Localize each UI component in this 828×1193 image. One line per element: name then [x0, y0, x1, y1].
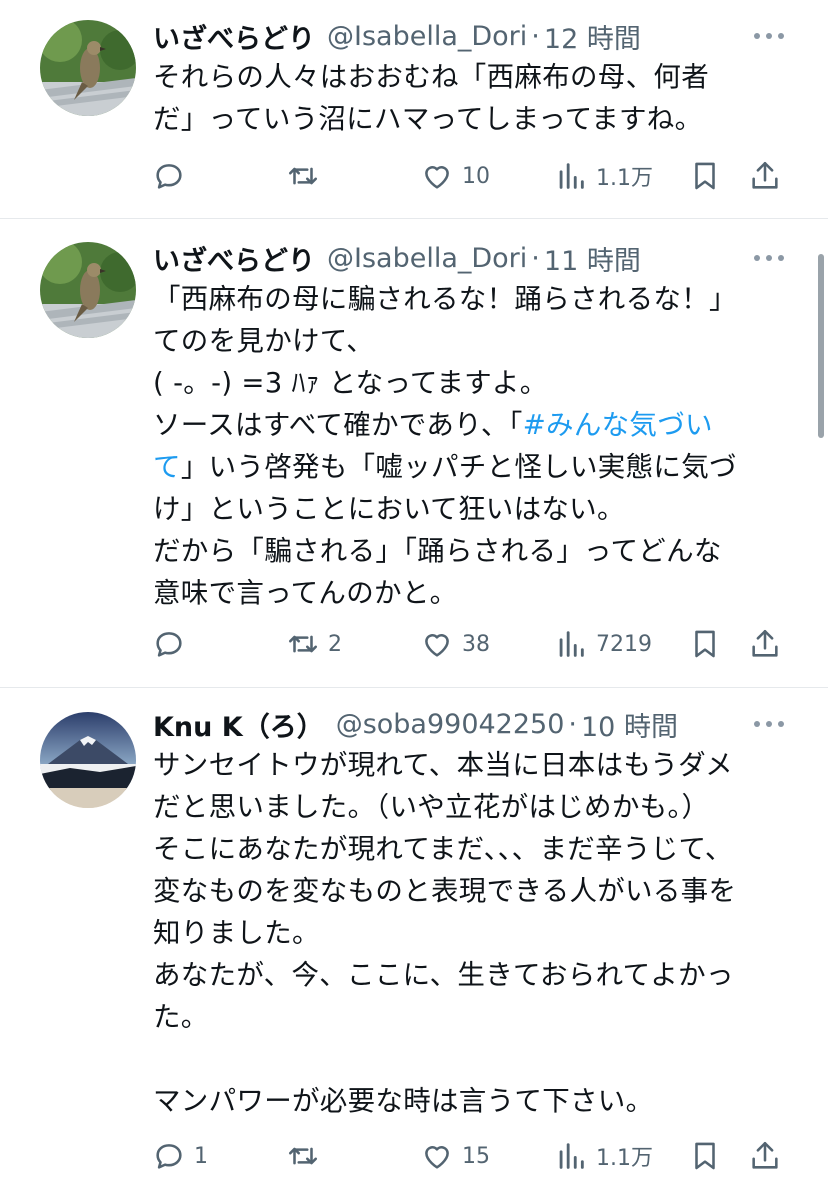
share-icon [752, 1141, 778, 1169]
view-count: 7219 [596, 631, 652, 657]
tweet-text-line: 「西麻布の母に騙されるな！踊らされるな！」 [153, 283, 737, 315]
separator-dot: · [568, 708, 577, 740]
display-name[interactable]: Knu K（ろ） [153, 705, 324, 744]
retweet-button[interactable]: 2 [286, 624, 342, 664]
hawk-avatar-icon [40, 242, 136, 338]
tweet-text-line [153, 1038, 803, 1080]
display-name[interactable]: いざべらどり [153, 239, 315, 278]
tweet-text-segment: ソースはすべて確かであり、「 [153, 409, 523, 441]
bookmark-icon [695, 1142, 715, 1170]
scrollbar[interactable] [818, 254, 824, 438]
heart-icon [425, 634, 449, 657]
retweet-button[interactable] [286, 156, 328, 196]
hashtag-link-continued[interactable]: て [153, 451, 181, 483]
tweet-text-line: ソースはすべて確かであり、「#みんな気づい [153, 404, 803, 446]
action-bar: 2 38 7219 [0, 624, 828, 664]
retweet-count: 2 [328, 631, 342, 657]
like-count: 38 [462, 631, 490, 657]
bookmark-icon [695, 162, 715, 190]
views-button[interactable]: 1.1万 [554, 156, 653, 196]
tweet-text-line: 意味で言ってんのかと。 [153, 577, 458, 609]
separator-dot: · [531, 20, 540, 52]
timestamp[interactable]: 11 時間 [544, 239, 641, 278]
retweet-icon [288, 167, 318, 185]
heart-icon [425, 166, 449, 189]
more-options-icon[interactable] [754, 24, 784, 48]
tweet-text-line: それらの人々はおおむね「西麻布の母、何者 [153, 61, 709, 93]
tweet-text-line: だと思いました。（いや立花がはじめかも。） [153, 791, 710, 823]
avatar[interactable] [40, 20, 136, 116]
view-count: 1.1万 [596, 166, 653, 191]
hawk-avatar-icon [40, 20, 136, 116]
more-options-icon[interactable] [754, 712, 784, 736]
more-options-icon[interactable] [754, 246, 784, 270]
tweet-text-line: た。 [153, 1001, 209, 1033]
heart-icon [425, 1146, 449, 1169]
tweet-text-line: て」いう啓発も「嘘ッパチと怪しい実態に気づ [153, 446, 803, 488]
view-count: 1.1万 [596, 1146, 653, 1171]
share-button[interactable] [748, 1136, 782, 1176]
timestamp[interactable]: 12 時間 [544, 17, 641, 56]
like-count: 15 [462, 1143, 490, 1169]
tweet-text-line: サンセイトウが現れて、本当に日本はもうダメ [153, 749, 733, 781]
tweet-text-line: ( -。-) =3 ﾊｧ となってますよ。 [153, 367, 548, 399]
bookmark-icon [695, 630, 715, 658]
tweet-divider [0, 687, 828, 688]
user-handle[interactable]: @Isabella_Dori [327, 21, 527, 52]
tweet-text-line: だ」っていう沼にハマってしまってますね。 [153, 103, 703, 135]
retweet-icon [288, 1147, 318, 1165]
tweet-text: サンセイトウが現れて、本当に日本はもうダメ だと思いました。（いや立花がはじめか… [153, 744, 803, 1122]
hashtag-link[interactable]: #みんな気づい [523, 409, 713, 441]
display-name[interactable]: いざべらどり [153, 17, 315, 56]
like-button[interactable]: 15 [420, 1136, 490, 1176]
tweet-text-segment: 」いう啓発も「嘘ッパチと怪しい実態に気づ [180, 451, 737, 483]
views-chart-icon [559, 631, 584, 657]
views-chart-icon [559, 163, 584, 189]
separator-dot: · [531, 242, 540, 274]
avatar[interactable] [40, 712, 136, 808]
reply-icon [156, 164, 182, 189]
like-button[interactable]: 38 [420, 624, 490, 664]
retweet-icon [288, 635, 318, 653]
tweet-text-line: け」ということにおいて狂いはない。 [153, 493, 625, 525]
tweet-text: それらの人々はおおむね「西麻布の母、何者 だ」っていう沼にハマってしまってますね… [153, 56, 803, 140]
reply-count: 1 [194, 1143, 208, 1169]
views-button[interactable]: 1.1万 [554, 1136, 653, 1176]
share-icon [752, 161, 778, 189]
reply-button[interactable]: 1 [152, 1136, 208, 1176]
reply-icon [156, 632, 182, 657]
share-icon [752, 629, 778, 657]
like-button[interactable]: 10 [420, 156, 490, 196]
share-button[interactable] [748, 624, 782, 664]
timestamp[interactable]: 10 時間 [581, 705, 678, 744]
tweet-text-line: 知りました。 [153, 917, 320, 949]
action-bar: 1 15 1.1万 [0, 1136, 828, 1176]
bookmark-button[interactable] [688, 1136, 722, 1176]
user-handle[interactable]: @Isabella_Dori [327, 243, 527, 274]
tweet-text: 「西麻布の母に騙されるな！踊らされるな！」 てのを見かけて、 ( -。-) =3… [153, 278, 803, 614]
bookmark-button[interactable] [688, 156, 722, 196]
bookmark-button[interactable] [688, 624, 722, 664]
avatar[interactable] [40, 242, 136, 338]
tweet-divider [0, 218, 828, 219]
tweet-text-line: そこにあなたが現れてまだ、、、まだ辛うじて、 [153, 833, 733, 865]
tweet-text-line: てのを見かけて、 [153, 325, 375, 357]
mountain-fuji-avatar-icon [40, 712, 136, 808]
reply-button[interactable] [152, 624, 194, 664]
retweet-button[interactable] [286, 1136, 328, 1176]
views-button[interactable]: 7219 [554, 624, 652, 664]
action-bar: 10 1.1万 [0, 156, 828, 196]
tweet-text-line: あなたが、今、ここに、生きておられてよかっ [153, 959, 734, 991]
share-button[interactable] [748, 156, 782, 196]
user-handle[interactable]: @soba99042250 [336, 709, 565, 740]
tweet-text-line: 変なものを変なものと表現できる人がいる事を [153, 875, 737, 907]
reply-button[interactable] [152, 156, 194, 196]
reply-icon [156, 1144, 182, 1169]
tweet-text-line: マンパワーが必要な時は言うて下さい。 [153, 1085, 654, 1117]
tweet-text-line: だから「騙される」「踊らされる」ってどんな [153, 535, 722, 567]
like-count: 10 [462, 163, 490, 189]
views-chart-icon [559, 1143, 584, 1169]
